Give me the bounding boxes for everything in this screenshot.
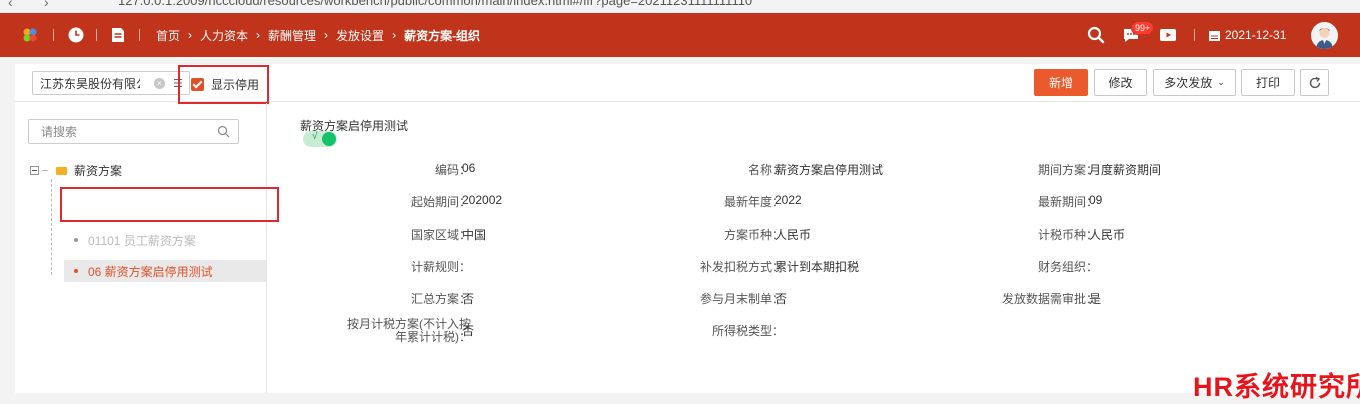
field-label-back-pay-tax: 补发扣税方式：: [699, 260, 784, 274]
show-disabled-checkbox[interactable]: [191, 78, 204, 91]
field-value-release-approval: 是: [1089, 292, 1102, 306]
tree-search-placeholder: 请搜索: [41, 125, 78, 139]
tree-item-label: 06 薪资方案启停用测试: [88, 264, 213, 279]
refresh-button[interactable]: [1300, 69, 1329, 96]
field-label-month-end-voucher: 参与月末制单：: [699, 292, 784, 306]
tree-item-06[interactable]: 06 薪资方案启停用测试: [64, 260, 266, 282]
refresh-icon: [1309, 76, 1320, 88]
breadcrumb-current: 薪资方案-组织: [404, 28, 481, 43]
multi-release-label: 多次发放: [1164, 76, 1213, 90]
show-disabled-toggle[interactable]: 显示停用: [178, 65, 269, 104]
breadcrumb-hr-capital[interactable]: 人力资本: [200, 27, 248, 44]
field-label-finance-org: 财务组织：: [1037, 260, 1098, 274]
video-play-icon[interactable]: [1158, 25, 1178, 45]
field-value-country: 中国: [462, 228, 487, 242]
tree-root-label: 薪资方案: [74, 164, 123, 178]
app-logo-icon[interactable]: [22, 27, 38, 43]
org-selector-value: 江苏东昊股份有限公司: [40, 76, 140, 91]
field-label-release-approval: 发放数据需审批：: [1001, 292, 1098, 306]
chevron-right-icon: ›: [392, 28, 397, 42]
breadcrumb: 首页 › 人力资本 › 薪酬管理 › 发放设置 › 薪资方案-组织: [156, 13, 480, 57]
forward-icon[interactable]: ›: [44, 0, 49, 10]
field-value-monthly-tax: 否: [462, 324, 475, 338]
clock-icon[interactable]: [67, 26, 85, 44]
search-icon[interactable]: [1086, 25, 1106, 45]
org-selector[interactable]: 江苏东昊股份有限公司 × ☰: [32, 71, 190, 95]
highlight-annotation: [60, 187, 279, 222]
field-value-start-period: 202002: [462, 193, 503, 207]
print-button[interactable]: 打印: [1241, 69, 1295, 96]
breadcrumb-release-settings[interactable]: 发放设置: [336, 27, 384, 44]
date-text: 2021-12-31: [1225, 28, 1287, 42]
enabled-switch[interactable]: √: [303, 131, 337, 147]
field-value-code: 06: [462, 161, 476, 175]
field-value-back-pay-tax: 累计到本期扣税: [775, 260, 860, 274]
field-value-scheme-currency: 人民币: [775, 228, 812, 242]
app-header: 首页 › 人力资本 › 薪酬管理 › 发放设置 › 薪资方案-组织 99+ 20…: [0, 13, 1360, 57]
document-icon[interactable]: [109, 26, 127, 44]
show-disabled-label: 显示停用: [211, 78, 260, 92]
toolbar: 江苏东昊股份有限公司 × ☰ 显示停用 新增 修改 多次发放 ⌄ 打印: [15, 64, 1360, 104]
chevron-down-icon: ⌄: [1217, 77, 1225, 87]
folder-icon: [56, 166, 67, 175]
chevron-right-icon: ›: [256, 28, 261, 42]
breadcrumb-payroll[interactable]: 薪酬管理: [268, 27, 316, 44]
field-label-income-tax-type: 所得税类型：: [711, 324, 784, 338]
calendar-icon: [1209, 30, 1220, 41]
browser-chrome: ‹ › 127.0.0.1:2009/ncccloud/resources/wo…: [0, 0, 1360, 13]
field-value-tax-currency: 人民币: [1089, 228, 1126, 242]
tree-root[interactable]: 薪资方案: [30, 162, 122, 179]
tree-item-01101[interactable]: 01101 员工薪资方案: [64, 229, 196, 251]
user-avatar[interactable]: [1311, 22, 1338, 49]
main-panel: 江苏东昊股份有限公司 × ☰ 显示停用 新增 修改 多次发放 ⌄ 打印 请搜索: [15, 64, 1360, 393]
browser-url[interactable]: 127.0.0.1:2009/ncccloud/resources/workbe…: [118, 0, 752, 8]
field-value-summary-scheme: 否: [462, 292, 475, 306]
business-date[interactable]: 2021-12-31: [1208, 13, 1286, 57]
field-value-latest-period: 09: [1089, 193, 1103, 207]
search-icon[interactable]: [217, 125, 230, 138]
chevron-right-icon: ›: [188, 28, 193, 42]
back-icon[interactable]: ‹: [8, 0, 13, 10]
add-button[interactable]: 新增: [1034, 69, 1088, 96]
multi-release-button[interactable]: 多次发放 ⌄: [1153, 69, 1236, 96]
breadcrumb-home[interactable]: 首页: [156, 27, 180, 44]
clear-icon[interactable]: ×: [154, 78, 165, 89]
tree-item-label: 01101 员工薪资方案: [88, 233, 196, 248]
field-label-pay-rule: 计薪规则：: [410, 260, 471, 274]
chevron-right-icon: ›: [324, 28, 329, 42]
field-value-period-scheme: 月度薪资期间: [1089, 163, 1162, 177]
collapse-icon[interactable]: [30, 166, 39, 175]
scheme-tree-panel: 请搜索 薪资方案 01101 员工薪资方案 06 薪资方案启停用测试: [15, 103, 267, 393]
field-value-name: 薪资方案启停用测试: [775, 163, 884, 177]
field-label-monthly-tax: 按月计税方案(不计入按年累计计税)：: [347, 317, 471, 344]
field-value-month-end-voucher: 否: [775, 292, 788, 306]
check-icon: √: [312, 131, 318, 142]
field-value-latest-year: 2022: [775, 193, 802, 207]
avatar-icon: [1311, 22, 1338, 49]
watermark-text: HR系统研究所: [1193, 372, 1360, 402]
message-count-badge: 99+: [1131, 21, 1155, 35]
edit-button[interactable]: 修改: [1094, 69, 1147, 96]
tree-search-input[interactable]: 请搜索: [28, 119, 239, 144]
